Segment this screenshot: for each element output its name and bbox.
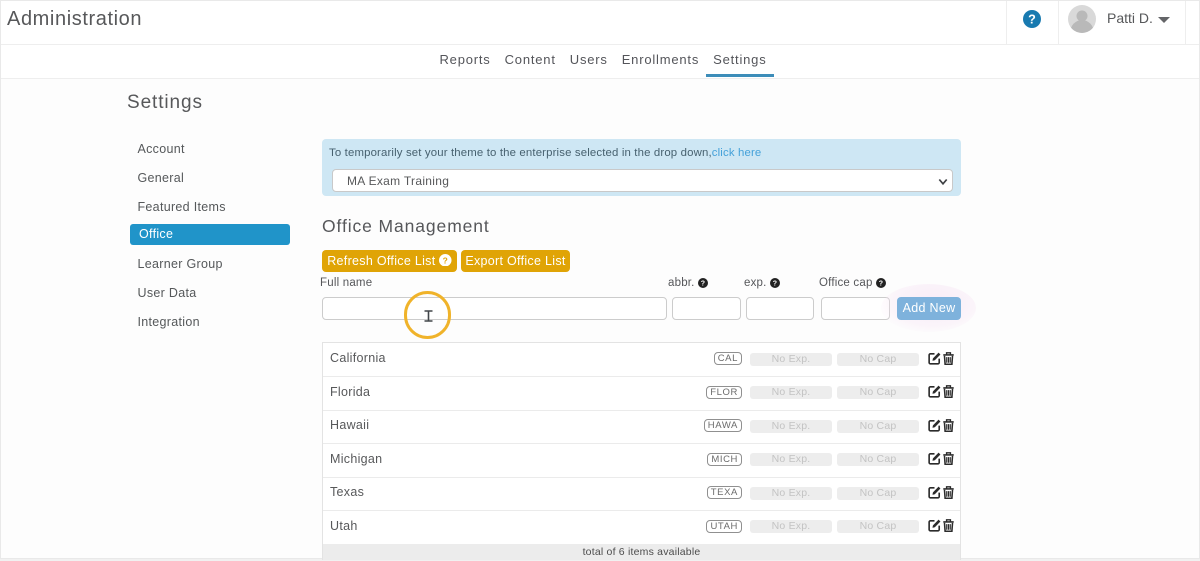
svg-text:?: ? [701, 281, 705, 288]
svg-text:?: ? [443, 255, 448, 265]
svg-text:?: ? [1028, 13, 1036, 27]
svg-text:?: ? [773, 281, 777, 288]
svg-text:?: ? [879, 281, 883, 288]
